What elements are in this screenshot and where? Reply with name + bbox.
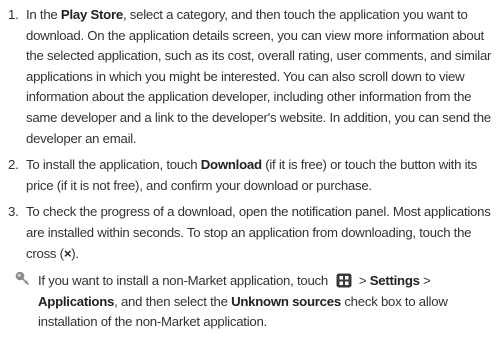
download-label: Download	[200, 157, 262, 173]
menu-key-icon	[336, 273, 352, 288]
tip-note: If you want to install a non-Market appl…	[8, 271, 498, 333]
step-number: 3.	[8, 204, 19, 220]
step-text: To install the application, touch Downlo…	[26, 155, 498, 196]
step-text-segment: To check the progress of a download, ope…	[26, 204, 491, 261]
note-text-segment: >	[355, 273, 370, 289]
unknown-sources-label: Unknown sources	[231, 293, 341, 309]
note-text-segment: >	[419, 273, 431, 289]
note-text-segment: If you want to install a non-Market appl…	[38, 273, 332, 289]
play-store-label: Play Store	[60, 7, 123, 22]
document-page: 1. In the Play Store, select a category,…	[0, 0, 504, 348]
step-text: In the Play Store, select a category, an…	[26, 5, 498, 149]
step-text-segment: ).	[71, 245, 79, 261]
step-2: 2. To install the application, touch Dow…	[8, 155, 498, 196]
step-text: To check the progress of a download, ope…	[26, 202, 498, 264]
step-number: 2.	[8, 157, 19, 173]
settings-label: Settings	[369, 273, 420, 289]
step-1: 1. In the Play Store, select a category,…	[8, 5, 498, 149]
tip-pin-icon	[8, 271, 38, 291]
note-text: If you want to install a non-Market appl…	[38, 271, 498, 333]
note-text-segment: , and then select the	[114, 293, 232, 309]
step-text-segment: To install the application, touch	[26, 157, 201, 173]
step-text-segment: In the	[26, 7, 61, 22]
step-number: 1.	[8, 7, 19, 22]
step-3: 3. To check the progress of a download, …	[8, 202, 498, 264]
applications-label: Applications	[38, 293, 115, 309]
step-text-segment: , select a category, and then touch the …	[26, 7, 492, 146]
